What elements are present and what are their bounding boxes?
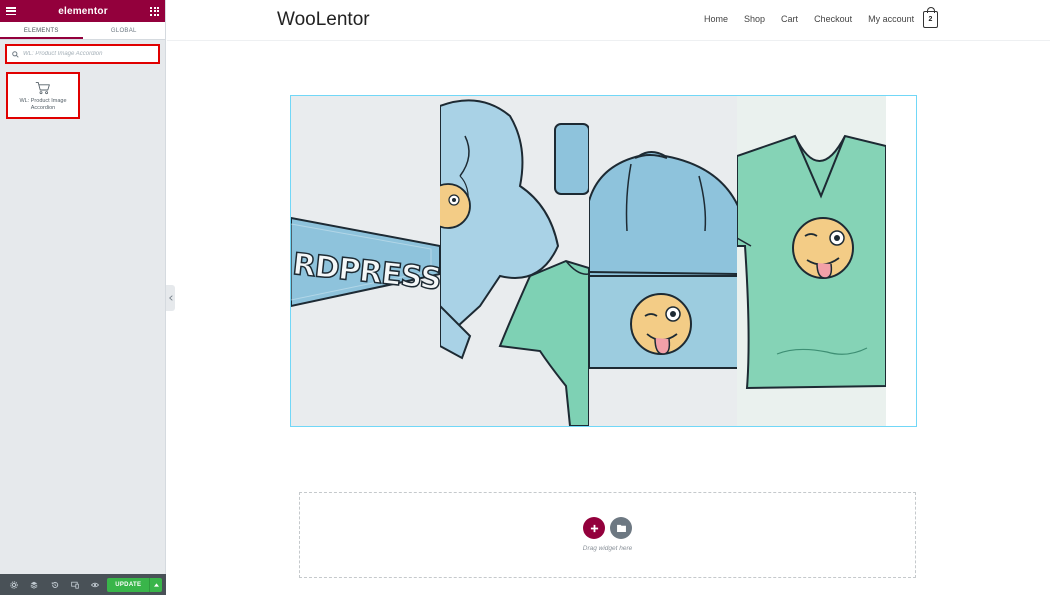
preview-icon[interactable] xyxy=(85,574,105,595)
product-image-accordion: RDPRESS xyxy=(291,96,886,426)
beanie-image xyxy=(588,96,738,426)
panel-collapse-toggle[interactable] xyxy=(166,285,175,311)
add-section-button[interactable] xyxy=(583,517,605,539)
pennant-image: RDPRESS xyxy=(291,96,440,426)
responsive-icon[interactable] xyxy=(65,574,85,595)
nav-checkout[interactable]: Checkout xyxy=(814,14,852,24)
widgets-grid-icon[interactable] xyxy=(150,6,159,16)
add-section-dropzone: Drag widget here xyxy=(299,492,916,578)
add-template-button[interactable] xyxy=(610,517,632,539)
settings-icon[interactable] xyxy=(4,574,24,595)
history-icon[interactable] xyxy=(44,574,64,595)
widget-search xyxy=(5,44,160,64)
update-options-button[interactable] xyxy=(149,577,162,592)
site-header: WooLentor Home Shop Cart Checkout My acc… xyxy=(167,0,1050,41)
search-wrapper xyxy=(0,40,165,68)
tab-global[interactable]: GLOBAL xyxy=(83,22,166,39)
accordion-item-tshirt[interactable] xyxy=(737,96,886,426)
plus-icon xyxy=(590,524,598,532)
accordion-item-hoodie[interactable] xyxy=(439,96,589,426)
cart-icon xyxy=(35,81,50,95)
navigator-icon[interactable] xyxy=(24,574,44,595)
menu-icon[interactable] xyxy=(6,7,16,15)
panel-tabs: ELEMENTS GLOBAL xyxy=(0,22,165,40)
accordion-item-beanie[interactable] xyxy=(588,96,738,426)
panel-footer: UPDATE xyxy=(0,574,166,595)
accordion-item-pennant[interactable]: RDPRESS xyxy=(291,96,440,426)
elementor-logo: elementor xyxy=(58,5,108,17)
widget-label: WL: Product Image Accordion xyxy=(19,98,67,111)
nav-my-account[interactable]: My account xyxy=(868,14,914,24)
site-logo[interactable]: WooLentor xyxy=(277,9,370,31)
nav-shop[interactable]: Shop xyxy=(744,14,765,24)
elementor-panel: elementor ELEMENTS GLOBAL WL: Product Im… xyxy=(0,0,166,595)
chevron-left-icon xyxy=(168,295,173,301)
hoodie-image xyxy=(439,96,589,426)
nav-home[interactable]: Home xyxy=(704,14,728,24)
widget-product-image-accordion[interactable]: WL: Product Image Accordion xyxy=(6,72,80,119)
search-icon xyxy=(12,50,19,58)
panel-header: elementor xyxy=(0,0,165,22)
caret-up-icon xyxy=(153,582,159,587)
main-nav: Home Shop Cart Checkout My account xyxy=(704,14,930,24)
update-button[interactable]: UPDATE xyxy=(107,577,150,592)
search-input[interactable] xyxy=(23,51,153,57)
tab-elements[interactable]: ELEMENTS xyxy=(0,22,83,39)
folder-icon xyxy=(616,524,626,532)
nav-cart[interactable]: Cart xyxy=(781,14,798,24)
mini-cart-icon[interactable]: 2 xyxy=(923,7,938,28)
dropzone-label: Drag widget here xyxy=(582,545,633,552)
dropzone-buttons xyxy=(583,517,632,539)
cart-count: 2 xyxy=(928,16,933,23)
tshirt-image xyxy=(737,96,886,426)
